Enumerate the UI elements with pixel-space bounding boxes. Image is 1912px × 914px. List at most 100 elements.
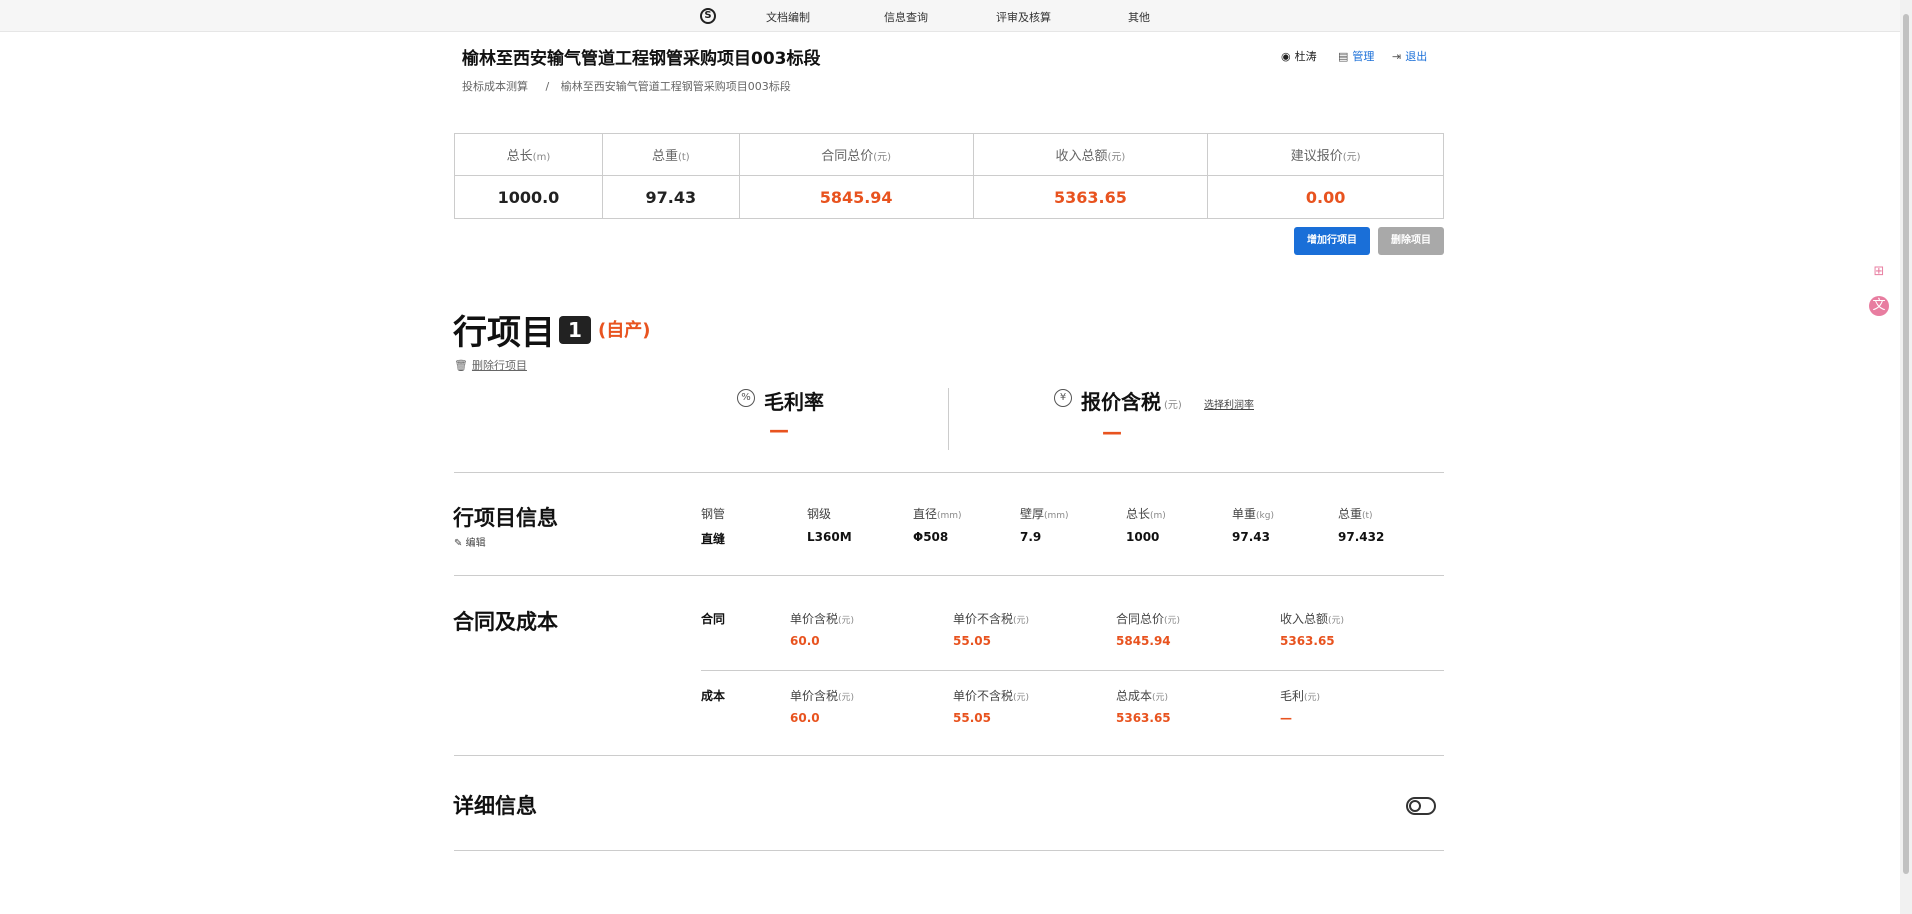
contract-row-label: 合同 bbox=[701, 612, 726, 626]
cost-field-label: 总成本(元) bbox=[1116, 687, 1168, 704]
gross-margin-value: — bbox=[769, 418, 789, 442]
gross-margin-label: 毛利率 bbox=[764, 390, 824, 414]
summary-value-contract: 5845.94 bbox=[738, 175, 974, 219]
divider bbox=[454, 850, 1444, 851]
manage-label: 管理 bbox=[1352, 50, 1375, 63]
line-item-number-badge: 1 bbox=[559, 316, 591, 344]
edit-label: 编辑 bbox=[465, 538, 486, 549]
info-field-label: 总重(t) bbox=[1338, 505, 1373, 522]
summary-header-income: 收入总额(元) bbox=[972, 133, 1209, 176]
delete-project-button[interactable]: 删除项目 bbox=[1378, 227, 1444, 255]
contract-field-label: 收入总额(元) bbox=[1280, 610, 1344, 627]
trash-icon: 🗑 bbox=[454, 359, 468, 372]
logout-icon: ⇥ bbox=[1392, 50, 1402, 63]
scrollbar[interactable] bbox=[1900, 0, 1912, 914]
info-field-label-text: 总重 bbox=[1338, 507, 1363, 521]
info-field-label-text: 壁厚 bbox=[1020, 507, 1045, 521]
nav-item-review[interactable]: 评审及核算 bbox=[996, 9, 1051, 25]
info-field-unit: (mm) bbox=[937, 511, 962, 521]
breadcrumb-item-cost[interactable]: 投标成本测算 bbox=[462, 80, 528, 93]
nav-item-other[interactable]: 其他 bbox=[1128, 9, 1150, 25]
user-name: 杜涛 bbox=[1294, 50, 1317, 63]
summary-value-length: 1000.0 bbox=[454, 175, 603, 219]
add-line-item-button[interactable]: 增加行项目 bbox=[1294, 227, 1370, 255]
contract-field-value: 5845.94 bbox=[1116, 634, 1171, 648]
edit-link[interactable]: ✎ 编辑 bbox=[454, 534, 486, 549]
summary-header-length: 总长(m) bbox=[454, 133, 603, 176]
info-field-label: 直径(mm) bbox=[913, 505, 962, 522]
field-label-text: 收入总额 bbox=[1280, 612, 1329, 626]
manage-link[interactable]: ▤ 管理 bbox=[1338, 48, 1374, 64]
delete-line-item-label: 删除行项目 bbox=[471, 359, 527, 372]
info-field-label: 钢管 bbox=[701, 505, 725, 522]
summary-value-suggested: 0.00 bbox=[1207, 175, 1444, 219]
field-unit: (元) bbox=[1013, 616, 1030, 626]
contract-field-label: 合同总价(元) bbox=[1116, 610, 1180, 627]
cost-field-label: 单价不含税(元) bbox=[953, 687, 1029, 704]
info-field-label-text: 钢管 bbox=[701, 507, 726, 521]
info-field-unit: (kg) bbox=[1256, 511, 1274, 521]
info-field-value: 97.43 bbox=[1232, 530, 1270, 544]
quote-unit: (元) bbox=[1164, 400, 1182, 411]
contract-field-value: 5363.65 bbox=[1280, 634, 1335, 648]
info-field-unit: (t) bbox=[1362, 511, 1373, 521]
info-field-label: 壁厚(mm) bbox=[1020, 505, 1069, 522]
field-label-text: 单价不含税 bbox=[953, 612, 1014, 626]
summary-value-weight: 97.43 bbox=[601, 175, 740, 219]
toggle-knob bbox=[1409, 800, 1421, 812]
details-title: 详细信息 bbox=[453, 794, 537, 818]
cost-row-label: 成本 bbox=[701, 689, 726, 703]
app-grid-icon[interactable]: ⊞ bbox=[1869, 262, 1889, 282]
details-toggle[interactable] bbox=[1406, 797, 1436, 815]
scrollbar-thumb[interactable] bbox=[1903, 14, 1909, 874]
field-unit: (元) bbox=[1304, 693, 1321, 703]
info-field-value: Φ508 bbox=[913, 530, 949, 544]
info-field-unit: (m) bbox=[1150, 511, 1166, 521]
nav-item-docs[interactable]: 文档编制 bbox=[766, 9, 810, 25]
contract-cost-title: 合同及成本 bbox=[453, 610, 558, 634]
cost-field-label: 单价含税(元) bbox=[790, 687, 854, 704]
info-field-label-text: 钢级 bbox=[807, 507, 832, 521]
field-label-text: 总成本 bbox=[1116, 689, 1153, 703]
edit-icon: ✎ bbox=[454, 538, 463, 549]
yen-icon: ¥ bbox=[1054, 389, 1072, 407]
contract-field-label: 单价不含税(元) bbox=[953, 610, 1029, 627]
info-title: 行项目信息 bbox=[453, 506, 558, 530]
field-unit: (元) bbox=[838, 693, 855, 703]
user-profile[interactable]: ◉ 杜涛 bbox=[1281, 48, 1317, 64]
info-field-label-text: 直径 bbox=[913, 507, 938, 521]
info-field-value: 7.9 bbox=[1020, 530, 1042, 544]
quote-label: 报价含税 bbox=[1081, 390, 1161, 414]
summary-header-weight: 总重(t) bbox=[601, 133, 740, 176]
field-label-text: 单价不含税 bbox=[953, 689, 1014, 703]
info-field-label: 钢级 bbox=[807, 505, 831, 522]
divider bbox=[454, 472, 1444, 473]
logout-link[interactable]: ⇥ 退出 bbox=[1392, 48, 1427, 64]
logout-label: 退出 bbox=[1405, 50, 1428, 63]
summary-header-row: 总长(m) 总重(t) 合同总价(元) 收入总额(元) 建议报价(元) bbox=[454, 133, 1444, 176]
delete-line-item-link[interactable]: 🗑 删除行项目 bbox=[454, 357, 527, 373]
select-rate-link[interactable]: 选择利润率 bbox=[1204, 396, 1254, 411]
translate-icon[interactable]: 文 bbox=[1869, 296, 1889, 316]
cost-field-value: 5363.65 bbox=[1116, 711, 1171, 725]
field-label-text: 单价含税 bbox=[790, 689, 839, 703]
user-icon: ◉ bbox=[1281, 50, 1291, 63]
field-unit: (元) bbox=[1152, 693, 1169, 703]
info-field-label-text: 单重 bbox=[1232, 507, 1257, 521]
field-unit: (元) bbox=[1164, 616, 1181, 626]
logo-icon[interactable]: S bbox=[700, 8, 716, 24]
contract-field-value: 55.05 bbox=[953, 634, 991, 648]
contract-field-label: 单价含税(元) bbox=[790, 610, 854, 627]
summary-header-suggested: 建议报价(元) bbox=[1207, 133, 1444, 176]
field-unit: (元) bbox=[1328, 616, 1345, 626]
contract-field-value: 60.0 bbox=[790, 634, 820, 648]
info-field-value: 1000 bbox=[1126, 530, 1160, 544]
breadcrumb-separator: / bbox=[545, 80, 550, 93]
field-label-text: 合同总价 bbox=[1116, 612, 1165, 626]
nav-item-query[interactable]: 信息查询 bbox=[884, 9, 928, 25]
divider bbox=[454, 755, 1444, 756]
divider bbox=[454, 575, 1444, 576]
summary-table: 总长(m) 总重(t) 合同总价(元) 收入总额(元) 建议报价(元) 1000… bbox=[454, 133, 1444, 219]
divider bbox=[701, 670, 1444, 671]
percent-icon: % bbox=[737, 389, 755, 407]
